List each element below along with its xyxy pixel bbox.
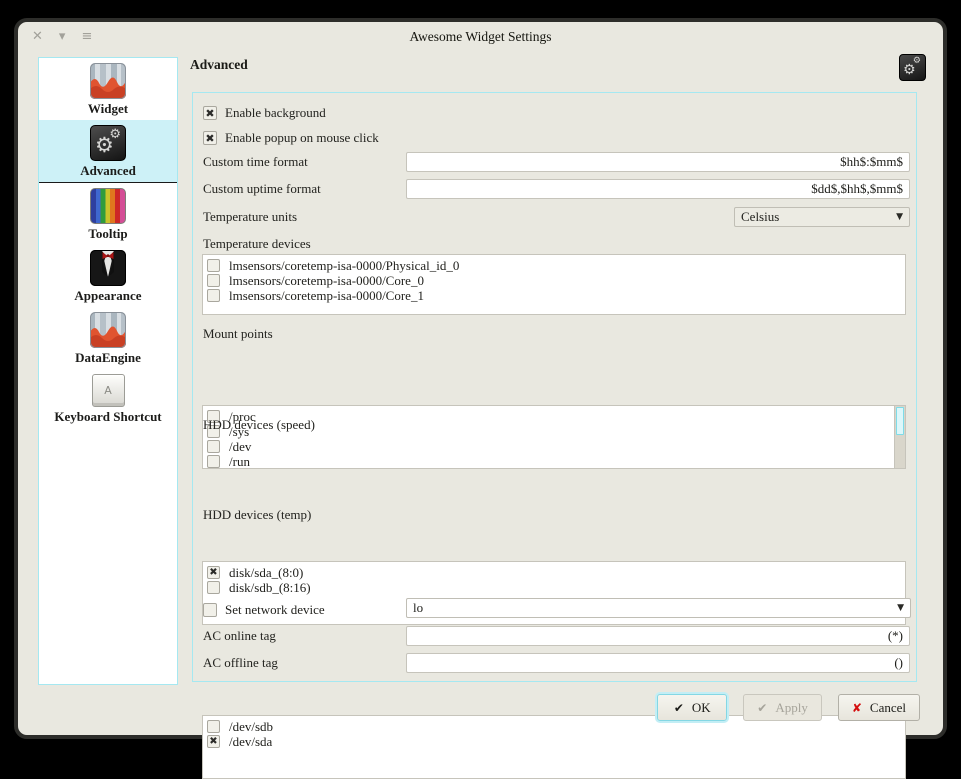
sidebar-item-label: Widget: [88, 101, 128, 117]
x-icon: ✘: [852, 701, 862, 715]
sidebar-item-keyboard-shortcut[interactable]: A Keyboard Shortcut: [39, 369, 177, 428]
list-item[interactable]: disk/sdb_(8:16): [207, 580, 903, 595]
chevron-down-icon: ▼: [897, 603, 904, 613]
list-item[interactable]: /dev: [207, 439, 903, 454]
gears-icon: ⚙⚙: [90, 125, 126, 161]
set-network-device-label: Set network device: [225, 600, 325, 620]
sidebar-item-label: DataEngine: [75, 350, 141, 366]
scrollbar-thumb[interactable]: [896, 407, 904, 435]
cancel-button[interactable]: ✘ Cancel: [838, 694, 920, 721]
list-item[interactable]: ✖ disk/sda_(8:0): [207, 565, 903, 580]
list-item-checkbox[interactable]: [207, 455, 220, 468]
temperature-devices-list: lmsensors/coretemp-isa-0000/Physical_id_…: [202, 254, 906, 315]
temperature-units-select[interactable]: Celsius ▼: [734, 207, 910, 227]
list-item-label: disk/sdb_(8:16): [229, 580, 311, 596]
hdd-temp-label: HDD devices (temp): [203, 505, 311, 525]
keyboard-key-icon: A: [92, 374, 125, 407]
list-item[interactable]: /dev/sdb: [207, 719, 903, 734]
temperature-devices-label: Temperature devices: [203, 234, 311, 254]
list-item-checkbox[interactable]: [207, 581, 220, 594]
list-item-label: lmsensors/coretemp-isa-0000/Core_1: [229, 288, 424, 304]
color-stripes-icon: [90, 188, 126, 224]
ac-online-tag-label: AC online tag: [203, 626, 276, 646]
list-item-label: /run: [229, 454, 250, 470]
apply-button[interactable]: ✔ Apply: [743, 694, 822, 721]
temperature-units-label: Temperature units: [203, 207, 297, 227]
hdd-speed-label: HDD devices (speed): [203, 415, 315, 435]
check-icon: ✔: [674, 701, 684, 715]
list-item-checkbox[interactable]: ✖: [207, 566, 220, 579]
list-item[interactable]: ✖ /dev/sda: [207, 734, 903, 749]
list-item-checkbox[interactable]: ✖: [207, 735, 220, 748]
list-item-label: lmsensors/coretemp-isa-0000/Physical_id_…: [229, 258, 459, 274]
enable-background-checkbox[interactable]: ✖: [203, 106, 217, 120]
ac-offline-tag-input[interactable]: [406, 653, 910, 673]
mount-points-scrollbar[interactable]: [894, 406, 905, 468]
ok-button-label: OK: [692, 700, 711, 716]
sidebar-item-tooltip[interactable]: Tooltip: [39, 183, 177, 245]
dialog-buttons: ✔ OK ✔ Apply ✘ Cancel: [657, 694, 920, 721]
window-title: Awesome Widget Settings: [18, 29, 943, 45]
sidebar-item-label: Appearance: [74, 288, 141, 304]
set-network-device-checkbox[interactable]: [203, 603, 217, 617]
sidebar-item-advanced[interactable]: ⚙⚙ Advanced: [39, 120, 177, 183]
settings-gear-button[interactable]: ⚙⚙: [899, 54, 926, 81]
custom-uptime-format-label: Custom uptime format: [203, 179, 321, 199]
custom-time-format-label: Custom time format: [203, 152, 308, 172]
sidebar-item-dataengine[interactable]: DataEngine: [39, 307, 177, 369]
network-device-select[interactable]: lo ▼: [406, 598, 911, 618]
list-item-label: /dev/sdb: [229, 719, 273, 735]
set-network-device-row[interactable]: Set network device: [203, 600, 325, 620]
check-icon: ✔: [757, 701, 767, 715]
sidebar-item-label: Advanced: [80, 163, 136, 179]
sidebar-item-widget[interactable]: Widget: [39, 58, 177, 120]
network-device-value: lo: [413, 600, 423, 616]
list-item[interactable]: lmsensors/coretemp-isa-0000/Physical_id_…: [207, 258, 903, 273]
sidebar-item-label: Tooltip: [88, 226, 127, 242]
enable-popup-row[interactable]: ✖ Enable popup on mouse click: [203, 128, 379, 148]
ac-online-tag-input[interactable]: [406, 626, 910, 646]
apply-button-label: Apply: [775, 700, 808, 716]
enable-popup-checkbox[interactable]: ✖: [203, 131, 217, 145]
ac-offline-tag-label: AC offline tag: [203, 653, 278, 673]
enable-background-label: Enable background: [225, 103, 326, 123]
list-item-checkbox[interactable]: [207, 274, 220, 287]
list-item-label: lmsensors/coretemp-isa-0000/Core_0: [229, 273, 424, 289]
enable-popup-label: Enable popup on mouse click: [225, 128, 379, 148]
temperature-units-value: Celsius: [741, 209, 779, 225]
dataengine-chart-icon: [90, 312, 126, 348]
chevron-down-icon: ▼: [896, 212, 903, 222]
titlebar: ✕ ▾ ≡ Awesome Widget Settings: [18, 22, 943, 52]
list-item-checkbox[interactable]: [207, 720, 220, 733]
page-title: Advanced: [190, 57, 248, 73]
sidebar: Widget ⚙⚙ Advanced Tooltip: [38, 57, 178, 685]
settings-window: ✕ ▾ ≡ Awesome Widget Settings: [14, 18, 947, 739]
list-item[interactable]: /run: [207, 454, 903, 469]
list-item-checkbox[interactable]: [207, 259, 220, 272]
widget-chart-icon: [90, 63, 126, 99]
list-item-checkbox[interactable]: [207, 440, 220, 453]
enable-background-row[interactable]: ✖ Enable background: [203, 103, 326, 123]
tuxedo-icon: [90, 250, 126, 286]
list-item-label: /dev/sda: [229, 734, 272, 750]
custom-uptime-format-input[interactable]: [406, 179, 910, 199]
hdd-temp-list: /dev/sdb ✖ /dev/sda: [202, 715, 906, 779]
cancel-button-label: Cancel: [870, 700, 906, 716]
advanced-form: ✖ Enable background ✖ Enable popup on mo…: [192, 92, 917, 682]
sidebar-item-appearance[interactable]: Appearance: [39, 245, 177, 307]
list-item-label: disk/sda_(8:0): [229, 565, 303, 581]
ok-button[interactable]: ✔ OK: [657, 694, 727, 721]
list-item-label: /dev: [229, 439, 251, 455]
list-item-checkbox[interactable]: [207, 289, 220, 302]
sidebar-item-label: Keyboard Shortcut: [54, 409, 161, 425]
list-item[interactable]: lmsensors/coretemp-isa-0000/Core_0: [207, 273, 903, 288]
custom-time-format-input[interactable]: [406, 152, 910, 172]
list-item[interactable]: lmsensors/coretemp-isa-0000/Core_1: [207, 288, 903, 303]
mount-points-label: Mount points: [203, 324, 273, 344]
